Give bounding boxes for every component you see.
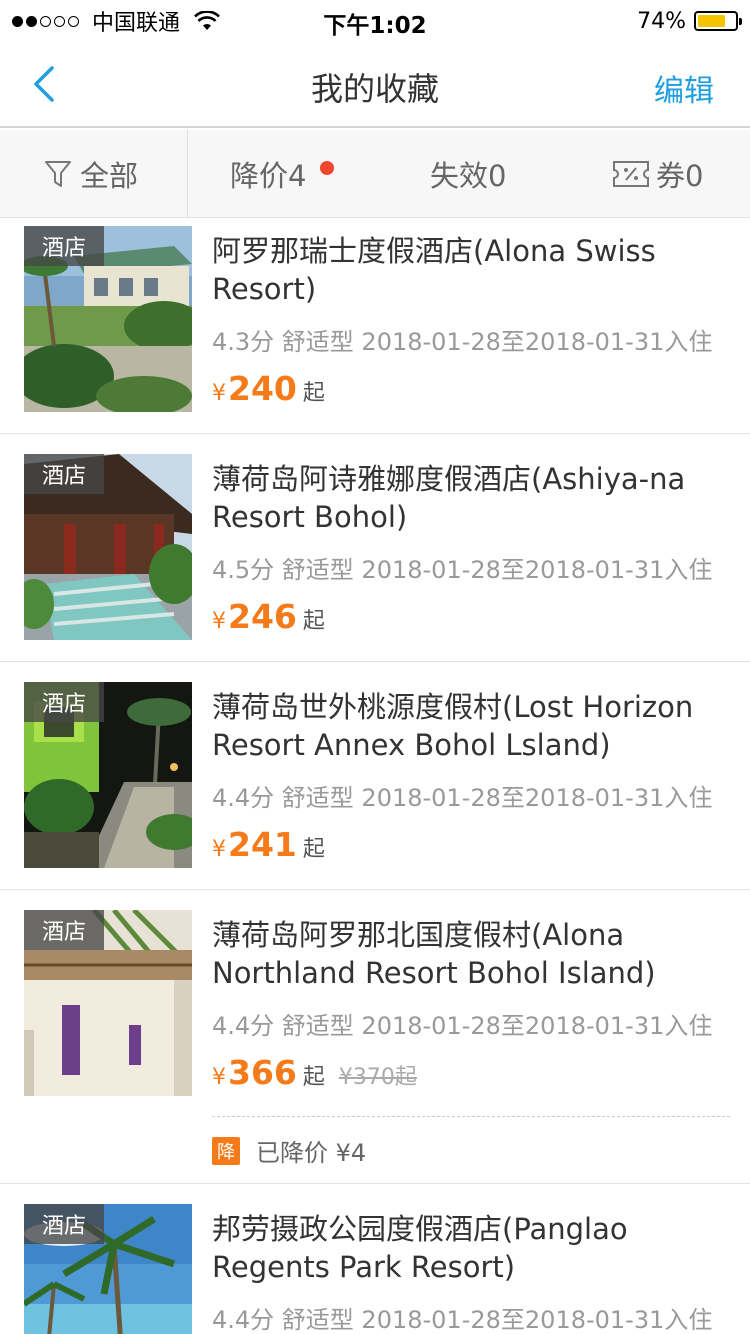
tab-divider [187,130,188,218]
item-info: 薄荷岛阿罗那北国度假村(Alona Northland Resort Bohol… [212,916,732,1092]
hotel-photo: 酒店 [24,226,192,412]
currency-symbol: ¥ [212,609,226,634]
favorites-list: 酒店 阿罗那瑞士度假酒店(Alona Swiss Resort) 4.3分 舒适… [0,218,750,1334]
edit-button[interactable]: 编辑 [654,66,714,110]
category-tag: 酒店 [24,454,104,494]
tab-all[interactable]: 全部 [44,130,138,218]
item-info: 薄荷岛阿诗雅娜度假酒店(Ashiya-na Resort Bohol) 4.5分… [212,460,732,636]
tab-coupon[interactable]: 券0 [612,130,703,218]
price-row: ¥ 366 起 ¥370起 [212,1053,732,1092]
hotel-meta: 4.3分 舒适型 2018-01-28至2018-01-31入住 [212,328,713,356]
filter-icon [45,161,71,187]
hotel-name: 薄荷岛世外桃源度假村(Lost Horizon Resort Annex Boh… [212,690,694,762]
nav-bar: 我的收藏 编辑 [0,40,750,128]
tab-price-drop[interactable]: 降价4 [230,130,335,218]
item-info: 阿罗那瑞士度假酒店(Alona Swiss Resort) 4.3分 舒适型 2… [212,232,732,408]
currency-symbol: ¥ [212,1065,226,1090]
page-title: 我的收藏 [310,70,439,108]
price-drop-badge: 降 [212,1136,240,1165]
price-drop-text: 已降价 ¥4 [256,1139,367,1167]
price-suffix: 起 [302,609,325,634]
list-item[interactable]: 酒店 阿罗那瑞士度假酒店(Alona Swiss Resort) 4.3分 舒适… [0,218,750,434]
price-suffix: 起 [302,1065,325,1090]
price-value: 246 [228,597,297,636]
list-item[interactable]: 酒店 薄荷岛阿罗那北国度假村(Alona Northland Resort Bo… [0,890,750,1184]
tab-price-drop-label: 降价4 [230,159,307,193]
price-suffix: 起 [302,381,325,406]
battery-percent: 74% [637,8,686,34]
price-drop-row: 降 已降价 ¥4 [212,1116,730,1184]
category-tag: 酒店 [24,682,104,722]
battery-fill [698,15,725,27]
status-right: 74% [637,6,742,36]
hotel-name: 阿罗那瑞士度假酒店(Alona Swiss Resort) [212,234,656,306]
item-info: 邦劳摄政公园度假酒店(Panglao Regents Park Resort) … [212,1210,732,1334]
hotel-photo: 酒店 [24,454,192,640]
price-value: 366 [228,1053,297,1092]
filter-bar: 全部 降价4 失效0 券0 [0,130,750,218]
tab-invalid-label: 失效0 [430,159,507,193]
hotel-name: 薄荷岛阿诗雅娜度假酒店(Ashiya-na Resort Bohol) [212,462,686,534]
hotel-name: 邦劳摄政公园度假酒店(Panglao Regents Park Resort) [212,1212,628,1284]
hotel-meta: 4.4分 舒适型 2018-01-28至2018-01-31入住 [212,1012,713,1040]
hotel-photo: 酒店 [24,910,192,1096]
category-tag: 酒店 [24,226,104,266]
price-value: 241 [228,825,297,864]
hotel-name: 薄荷岛阿罗那北国度假村(Alona Northland Resort Bohol… [212,918,656,990]
item-info: 薄荷岛世外桃源度假村(Lost Horizon Resort Annex Boh… [212,688,732,864]
price-value: 240 [228,369,297,408]
currency-symbol: ¥ [212,381,226,406]
price-row: ¥ 240 起 [212,369,732,408]
coupon-icon [613,161,649,187]
hotel-meta: 4.5分 舒适型 2018-01-28至2018-01-31入住 [212,556,713,584]
tab-invalid[interactable]: 失效0 [430,130,506,218]
hotel-meta: 4.4分 舒适型 2018-01-28至2018-01-31入住 [212,1306,713,1334]
list-item[interactable]: 酒店 薄荷岛阿诗雅娜度假酒店(Ashiya-na Resort Bohol) 4… [0,434,750,662]
price-row: ¥ 246 起 [212,597,732,636]
category-tag: 酒店 [24,910,104,950]
category-tag: 酒店 [24,1204,104,1244]
battery-icon [694,11,742,31]
original-price: ¥370起 [338,1065,417,1090]
hotel-photo: 酒店 [24,682,192,868]
hotel-meta: 4.4分 舒适型 2018-01-28至2018-01-31入住 [212,784,713,812]
list-item[interactable]: 酒店 邦劳摄政公园度假酒店(Panglao Regents Park Resor… [0,1184,750,1334]
price-row: ¥ 241 起 [212,825,732,864]
list-item[interactable]: 酒店 薄荷岛世外桃源度假村(Lost Horizon Resort Annex … [0,662,750,890]
tab-coupon-label: 券0 [656,159,704,193]
currency-symbol: ¥ [212,837,226,862]
price-suffix: 起 [302,837,325,862]
status-bar: 中国联通 下午1:02 74% [0,0,750,40]
notification-dot [320,161,335,175]
hotel-photo: 酒店 [24,1204,192,1334]
tab-all-label: 全部 [80,159,139,193]
